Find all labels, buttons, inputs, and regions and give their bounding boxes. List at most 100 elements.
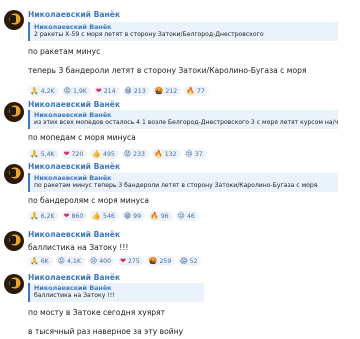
pray-icon: 🙏 xyxy=(30,87,39,95)
reply-quote[interactable]: Николаевский Ванёк из этих всех мопедов … xyxy=(28,110,338,129)
message-bubble: Николаевский Ванёк Николаевский Ванёк 2 … xyxy=(28,6,354,98)
reaction-swearing[interactable]: 🤬 259 xyxy=(146,256,176,266)
heart-icon: ❤ xyxy=(63,212,70,220)
reaction-cry[interactable]: 😢 46 xyxy=(175,211,199,221)
message-bubble: Николаевский Ванёк Николаевский Ванёк по… xyxy=(28,158,354,224)
thumbs-up-icon: 👍 xyxy=(92,212,102,220)
reaction-count: 720 xyxy=(71,150,84,158)
reaction-count: 495 xyxy=(103,150,115,158)
message: Николаевский Ванёк Николаевский Ванёк из… xyxy=(0,98,360,159)
reply-text: 2 ракеты Х-59 с моря летят в сторону Зат… xyxy=(34,31,264,38)
heart-icon: ❤ xyxy=(95,87,102,95)
reaction-count: 5,4K xyxy=(40,150,55,158)
reaction-thumbsup[interactable]: 👍 546 xyxy=(90,211,119,221)
reply-quote[interactable]: Николаевский Ванёк баллистика на Затоку … xyxy=(28,283,204,302)
reply-text: по ракетам минус теперь 3 бандероли летя… xyxy=(34,182,318,189)
swearing-face-icon: 🤬 xyxy=(154,87,164,95)
fire-icon: 🔥 xyxy=(186,87,195,95)
reply-author: Николаевский Ванёк xyxy=(34,284,112,292)
author-name[interactable]: Николаевский Ванёк xyxy=(28,162,120,171)
pray-icon: 🙏 xyxy=(30,257,39,265)
reply-author: Николаевский Ванёк xyxy=(34,23,112,31)
reaction-fire[interactable]: 🔥 77 xyxy=(184,86,209,96)
message-feed: Николаевский Ванёк Николаевский Ванёк 2 … xyxy=(0,0,360,339)
message-bubble: Николаевский Ванёк Николаевский Ванёк из… xyxy=(28,98,354,159)
reaction-count: 4,1K xyxy=(67,257,81,265)
reaction-grin[interactable]: 😁 99 xyxy=(121,211,146,221)
message-line: по мосту в Затоке сегодня хуярят xyxy=(28,308,166,317)
avatar[interactable] xyxy=(4,102,24,122)
avatar[interactable] xyxy=(4,231,24,251)
reaction-count: 400 xyxy=(99,257,112,265)
scream-face-icon: 😱 xyxy=(180,257,188,265)
reaction-count: 6K xyxy=(40,257,49,265)
reaction-pray[interactable]: 🙏 6K xyxy=(28,256,53,266)
grin-icon: 😁 xyxy=(123,212,132,220)
message-line: в тысячный раз наверное за эту войну xyxy=(28,327,184,336)
reactions-bar: 🙏 4,2K 😡 1,9K ❤ 214 😁 213 🤬 212 🔥 77 xyxy=(28,86,209,96)
reaction-count: 233 xyxy=(133,150,145,158)
reaction-count: 860 xyxy=(71,212,84,220)
reaction-scream[interactable]: 😱 52 xyxy=(178,256,202,266)
message-line: теперь 3 бандероли летят в сторону Заток… xyxy=(28,66,307,75)
reaction-count: 46 xyxy=(186,212,195,220)
reaction-count: 259 xyxy=(159,257,172,265)
reaction-count: 6,2K xyxy=(40,212,55,220)
reaction-count: 213 xyxy=(133,87,146,95)
reaction-fire[interactable]: 🔥 96 xyxy=(148,211,173,221)
reaction-count: 132 xyxy=(164,150,177,158)
reaction-count: 37 xyxy=(194,150,203,158)
reaction-count: 52 xyxy=(189,257,198,265)
message-line: по мопедам с моря минуса xyxy=(28,133,136,142)
reaction-swearing[interactable]: 🤬 212 xyxy=(152,86,182,96)
angry-face-icon: 😡 xyxy=(57,257,66,265)
reply-author: Николаевский Ванёк xyxy=(34,111,112,119)
reactions-bar: 🙏 6K 😡 4,1K 😢 400 ❤ 275 🤬 259 😱 52 xyxy=(28,256,202,266)
author-name[interactable]: Николаевский Ванёк xyxy=(28,230,120,239)
reply-quote[interactable]: Николаевский Ванёк по ракетам минус тепе… xyxy=(28,173,338,192)
avatar[interactable] xyxy=(4,274,24,294)
message-line: баллистика на Затоку !!! xyxy=(28,243,129,252)
reaction-count: 77 xyxy=(196,87,205,95)
message: Николаевский Ванёк Николаевский Ванёк по… xyxy=(0,158,360,224)
reaction-count: 96 xyxy=(160,212,169,220)
reaction-heart[interactable]: ❤ 860 xyxy=(61,211,88,221)
message: Николаевский Ванёк Николаевский Ванёк ба… xyxy=(0,268,360,339)
reaction-pray[interactable]: 🙏 6,2K xyxy=(28,211,59,221)
heart-icon: ❤ xyxy=(120,257,126,265)
reactions-bar: 🙏 6,2K ❤ 860 👍 546 😁 99 🔥 96 😢 46 xyxy=(28,211,199,221)
reply-quote[interactable]: Николаевский Ванёк 2 ракеты Х-59 с моря … xyxy=(28,22,338,41)
reply-text: баллистика на Затоку !!! xyxy=(34,292,115,299)
reaction-count: 99 xyxy=(133,212,142,220)
fire-icon: 🔥 xyxy=(150,212,159,220)
message-line: по ракетам минус xyxy=(28,47,101,56)
reaction-count: 212 xyxy=(165,87,178,95)
crying-face-icon: 😢 xyxy=(89,257,98,265)
reaction-cry[interactable]: 😢 400 xyxy=(87,256,116,266)
author-name[interactable]: Николаевский Ванёк xyxy=(28,273,120,282)
message: Николаевский Ванёк Николаевский Ванёк 2 … xyxy=(0,6,360,98)
message: Николаевский Ванёк баллистика на Затоку … xyxy=(0,224,360,268)
reaction-pray[interactable]: 🙏 4,2K xyxy=(28,86,59,96)
reaction-grin[interactable]: 😁 213 xyxy=(122,86,150,96)
reaction-heart[interactable]: ❤ 214 xyxy=(93,86,120,96)
message-bubble: Николаевский Ванёк Николаевский Ванёк ба… xyxy=(28,268,354,339)
reply-text: из этих всех мопедов осталось 4 1 возле … xyxy=(34,119,338,126)
reaction-count: 546 xyxy=(103,212,115,220)
reaction-heart[interactable]: ❤ 275 xyxy=(118,256,144,266)
reaction-angry[interactable]: 😡 4,1K xyxy=(55,256,85,266)
reaction-angry[interactable]: 😡 1,9K xyxy=(61,86,91,96)
reaction-count: 214 xyxy=(103,87,116,95)
avatar[interactable] xyxy=(4,10,24,30)
reaction-count: 1,9K xyxy=(72,87,87,95)
crying-face-icon: 😢 xyxy=(177,212,185,220)
author-name[interactable]: Николаевский Ванёк xyxy=(28,10,120,19)
reaction-count: 275 xyxy=(127,257,140,265)
author-name[interactable]: Николаевский Ванёк xyxy=(28,100,120,109)
pray-icon: 🙏 xyxy=(30,212,39,220)
avatar[interactable] xyxy=(4,164,24,184)
reply-author: Николаевский Ванёк xyxy=(34,174,112,182)
message-line: по бандеролям с моря минуса xyxy=(28,196,149,205)
reaction-count: 4,2K xyxy=(40,87,55,95)
grin-icon: 😁 xyxy=(124,87,132,95)
